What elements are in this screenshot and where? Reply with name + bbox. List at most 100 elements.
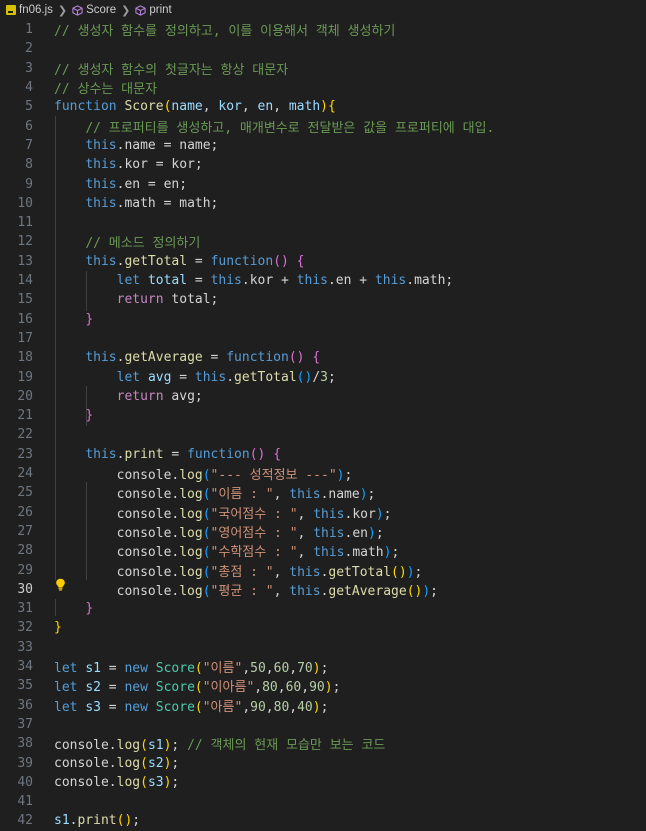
breadcrumb-file[interactable]: fn06.js: [0, 4, 53, 16]
breadcrumb-symbol-print[interactable]: print: [135, 4, 172, 16]
code-line[interactable]: 33: [0, 638, 646, 657]
code-line[interactable]: 7 this.name = name;: [0, 136, 646, 155]
code-line[interactable]: 25 console.log("이름 : ", this.name);: [0, 483, 646, 502]
code-token: .kor = kor;: [116, 157, 203, 173]
code-token: this: [85, 253, 117, 269]
code-line[interactable]: 3 // 생성자 함수의 첫글자는 항상 대문자: [0, 59, 646, 78]
code-token: log: [179, 487, 203, 503]
code-token: "수학점수 : ": [210, 545, 298, 561]
breadcrumb-symbol-score-label: Score: [86, 4, 117, 16]
code-line[interactable]: 26 console.log("국어점수 : ", this.kor);: [0, 503, 646, 522]
lightbulb-icon[interactable]: [55, 578, 66, 591]
code-token: this: [289, 583, 321, 599]
code-line[interactable]: 27 console.log("영어점수 : ", this.en);: [0, 522, 646, 541]
code-token: =: [163, 446, 188, 462]
breadcrumb-symbol-print-label: print: [149, 4, 172, 16]
code-line[interactable]: 2: [0, 39, 646, 58]
code-line[interactable]: 34 let s1 = new Score("이름",50,60,70);: [0, 657, 646, 676]
code-text: this.print = function() {: [54, 447, 281, 462]
code-line[interactable]: 24 console.log("--- 성적정보 ---");: [0, 464, 646, 483]
line-number: 1: [25, 22, 33, 38]
code-line[interactable]: 35 let s2 = new Score("이아름",80,60,90);: [0, 676, 646, 695]
code-line[interactable]: 36 let s3 = new Score("아름",90,80,40);: [0, 696, 646, 715]
code-token: ,: [273, 583, 290, 599]
code-token: "이아름": [202, 680, 255, 696]
breadcrumb-symbol-score[interactable]: Score: [72, 4, 116, 16]
line-number: 2: [25, 41, 33, 57]
code-token: avg: [147, 369, 172, 385]
code-token: (: [194, 699, 203, 715]
code-line[interactable]: 8 this.kor = kor;: [0, 155, 646, 174]
code-token: /: [312, 369, 321, 385]
code-line[interactable]: 15 return total;: [0, 290, 646, 309]
code-line[interactable]: 16 }: [0, 310, 646, 329]
code-token: function: [54, 99, 117, 115]
code-token: name: [171, 99, 203, 115]
code-text: let total = this.kor + this.en + this.ma…: [54, 273, 454, 289]
code-text: console.log("수학점수 : ", this.math);: [54, 541, 400, 561]
code-line[interactable]: 11: [0, 213, 646, 232]
code-line[interactable]: 30 console.log("평균 : ", this.getAverage(…: [0, 579, 646, 599]
code-line[interactable]: 23 this.print = function() {: [0, 445, 646, 464]
code-line[interactable]: 12 // 메소드 정의하기: [0, 232, 646, 251]
code-token: (: [202, 545, 211, 561]
code-token: ,: [297, 506, 314, 522]
code-line[interactable]: 6 // 프로퍼티를 생성하고, 매개변수로 전달받은 값을 프로퍼티에 대입.: [0, 117, 646, 136]
code-line[interactable]: 31 }: [0, 599, 646, 618]
code-line[interactable]: 18 this.getAverage = function() {: [0, 348, 646, 367]
code-token: kor: [218, 99, 242, 115]
code-line[interactable]: 21 }: [0, 406, 646, 425]
code-line[interactable]: 40 console.log(s3);: [0, 773, 646, 792]
code-text: this.math = math;: [54, 196, 218, 211]
code-token: log: [116, 774, 141, 790]
code-token: ;: [320, 661, 329, 677]
code-line[interactable]: 28 console.log("수학점수 : ", this.math);: [0, 541, 646, 560]
line-number: 40: [17, 774, 33, 790]
code-token: (): [249, 446, 266, 462]
code-token: let: [116, 369, 141, 385]
code-token: ;: [414, 564, 423, 580]
code-token: this: [85, 176, 117, 192]
javascript-file-icon: [6, 5, 16, 15]
code-token: new: [124, 699, 148, 715]
code-token: s3: [147, 774, 164, 790]
code-editor[interactable]: 1 // 생성자 함수를 정의하고, 이를 이용해서 객체 생성하기 2 3// 생성…: [0, 20, 646, 831]
chevron-right-icon: ❯: [121, 4, 131, 17]
code-token: this: [194, 369, 227, 385]
code-line[interactable]: 39 console.log(s2);: [0, 753, 646, 772]
code-line[interactable]: 22: [0, 425, 646, 444]
code-token: console.: [54, 487, 180, 503]
code-line[interactable]: 5 function Score(name, kor, en, math){: [0, 97, 646, 116]
code-line[interactable]: 32}: [0, 618, 646, 637]
code-token: ,: [202, 99, 219, 115]
code-line[interactable]: 20 return avg;: [0, 387, 646, 406]
code-line[interactable]: 19 let avg = this.getTotal()/3;: [0, 367, 646, 386]
code-line[interactable]: 1 // 생성자 함수를 정의하고, 이를 이용해서 객체 생성하기: [0, 20, 646, 39]
code-line[interactable]: 9 this.en = en;: [0, 174, 646, 193]
line-number: 23: [17, 446, 33, 462]
code-line[interactable]: 14 let total = this.kor + this.en + this…: [0, 271, 646, 290]
code-text: // 생성자 함수를 정의하고, 이를 이용해서 객체 생성하기: [54, 20, 395, 39]
code-text: function Score(name, kor, en, math){: [54, 99, 336, 114]
code-token: =: [100, 699, 125, 715]
code-line[interactable]: 37: [0, 715, 646, 734]
code-token: ): [367, 525, 376, 541]
code-token: ,: [273, 487, 290, 503]
code-token: ,: [273, 99, 289, 115]
code-line[interactable]: 38 console.log(s1); // 객체의 현재 모습만 보는 코드: [0, 734, 646, 753]
line-number: 7: [25, 137, 33, 153]
code-line[interactable]: 29 console.log("총점 : ", this.getTotal())…: [0, 560, 646, 580]
line-number: 20: [17, 388, 33, 404]
code-line[interactable]: 10 this.math = math;: [0, 194, 646, 213]
code-token: function: [226, 350, 289, 366]
code-token: .en +: [327, 273, 375, 289]
line-number: 10: [17, 195, 33, 211]
code-line[interactable]: 42 s1.print();: [0, 811, 646, 830]
code-line[interactable]: 13 this.getTotal = function() {: [0, 252, 646, 271]
code-line[interactable]: 17: [0, 329, 646, 348]
code-token: (: [202, 506, 211, 522]
code-line[interactable]: 41: [0, 792, 646, 811]
line-number: 39: [17, 755, 33, 771]
code-token: this: [85, 446, 117, 462]
code-line[interactable]: 4 // 상수는 대문자: [0, 78, 646, 97]
